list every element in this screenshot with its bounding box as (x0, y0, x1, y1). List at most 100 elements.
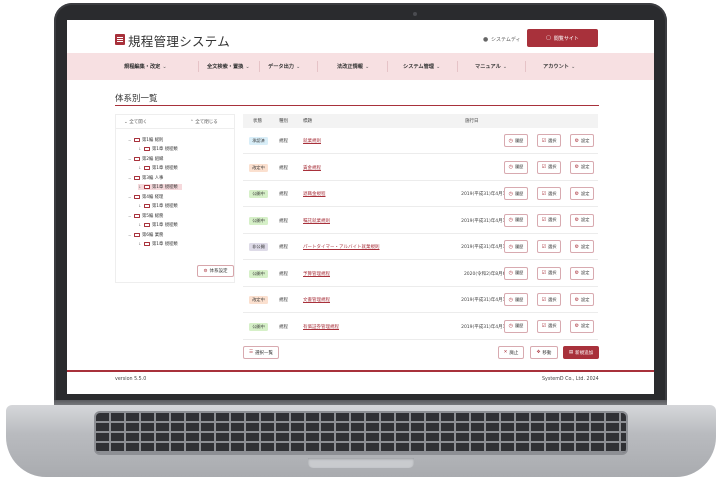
move-button[interactable]: ✥ 移動 (530, 346, 558, 359)
minus-icon: − (128, 232, 132, 238)
status-badge: 公開中 (249, 190, 268, 198)
folder-icon (144, 204, 150, 208)
history-button[interactable]: ◷ 履歴 (504, 319, 528, 333)
tree-node[interactable]: − 第5編 総務 (128, 213, 163, 220)
gear-icon: ⚙ (574, 190, 580, 197)
view-site-button[interactable]: ▢ 閲覧サイト (527, 29, 598, 47)
tree-node[interactable]: └ 第1章 規程類 (138, 165, 178, 172)
select-button[interactable]: ☑ 選択 (537, 266, 561, 280)
screen: 規程管理システム ● システムディ ▢ 閲覧サイト 規程編集・改定 ⌄ 全文検索・… (67, 20, 654, 394)
status-badge: 公開中 (249, 322, 268, 331)
regulation-link[interactable]: 嘱託就業規則 (303, 218, 330, 224)
title-divider (115, 105, 599, 106)
tree-node[interactable]: − 第4編 経理 (128, 194, 163, 201)
select-button[interactable]: ☑ 選択 (537, 134, 561, 147)
clock-icon: ◷ (508, 190, 513, 197)
settings-button[interactable]: ⚙ 設定 (570, 134, 594, 147)
nav-system-admin[interactable]: システム管理 ⌄ (403, 63, 440, 70)
gear-icon: ⚙ (574, 270, 580, 276)
tree-node[interactable]: − 第3編 人事 (128, 175, 163, 182)
table-header: 状態 種別 標題 施行日 (243, 114, 598, 128)
gear-icon: ⚙ (574, 296, 580, 303)
settings-button[interactable]: ⚙ 設定 (570, 319, 594, 333)
minus-icon: − (128, 213, 132, 219)
abolish-button[interactable]: ✕ 廃止 (498, 346, 524, 359)
effective-date: 2019(平成31)年4月1日 (461, 324, 510, 330)
select-button[interactable]: ☑ 選択 (537, 187, 561, 200)
nav-manual[interactable]: マニュアル ⌄ (475, 63, 507, 70)
select-button[interactable]: ☑ 選択 (537, 319, 561, 333)
history-button[interactable]: ◷ 履歴 (504, 213, 528, 227)
nav-edit-revise[interactable]: 規程編集・改定 ⌄ (124, 63, 167, 70)
tree-node[interactable]: − 第2編 組織 (128, 156, 163, 163)
tree-node-selected[interactable]: └ 第1章 規程類 (138, 184, 182, 190)
tree-node[interactable]: − 第6編 業務 (128, 232, 163, 239)
history-button[interactable]: ◷ 履歴 (504, 293, 528, 306)
status-badge: 公開中 (249, 216, 268, 225)
history-button[interactable]: ◷ 履歴 (504, 266, 528, 280)
folder-icon (134, 138, 140, 142)
move-icon: ✥ (536, 350, 541, 355)
type-cell: 規程 (279, 271, 288, 277)
tree-node[interactable]: └ 第1章 規程類 (138, 241, 178, 248)
chevron-down-icon: ⌄ (502, 64, 508, 70)
tree-node[interactable]: − 第1編 総則 (128, 137, 163, 144)
regulation-link[interactable]: 就業規則 (303, 138, 321, 144)
select-button[interactable]: ☑ 選択 (537, 213, 561, 227)
tree-node[interactable]: └ 第1章 規程類 (138, 146, 178, 153)
regulation-link[interactable]: 予算管理規程 (303, 271, 330, 277)
list-icon: ☰ (248, 350, 254, 355)
table-row: 承認済 規程 就業規則 ◷ 履歴 ☑ 選択 ⚙ 設定 (243, 128, 598, 154)
logo-book-icon (115, 34, 125, 45)
nav-fulltext-search[interactable]: 全文検索・置換 ⌄ (207, 63, 250, 70)
folder-icon (134, 233, 140, 237)
regulation-link[interactable]: 文書管理規程 (303, 297, 330, 303)
table-row: 改定中 規程 賃金規程 ◷ 履歴 ☑ 選択 ⚙ 設定 (243, 154, 598, 181)
select-button[interactable]: ☑ 選択 (537, 240, 561, 253)
settings-button[interactable]: ⚙ 設定 (570, 160, 594, 174)
history-button[interactable]: ◷ 履歴 (504, 187, 528, 200)
chevron-down-icon: ⌄ (245, 64, 250, 70)
clock-icon: ◷ (508, 217, 513, 223)
col-status: 状態 (253, 119, 262, 124)
trackpad-notch (308, 458, 414, 468)
folder-icon (144, 223, 150, 227)
gear-icon: ⚙ (574, 243, 580, 250)
tree-node[interactable]: └ 第1章 規程類 (138, 203, 178, 210)
select-list-button[interactable]: ☰ 選択一覧 (243, 346, 279, 359)
settings-button[interactable]: ⚙ 設定 (570, 187, 594, 200)
table-row: 公開中 規程 退職金規程 2019(平成31)年4月1日 ◷ 履歴 ☑ 選択 ⚙ 設定 (243, 181, 598, 207)
hierarchy-settings-button[interactable]: ⚙ 体系設定 (197, 265, 234, 277)
regulation-link[interactable]: パートタイマー・アルバイト就業規則 (303, 244, 379, 250)
nav-account[interactable]: アカウント ⌄ (543, 63, 575, 70)
view-site-label: 閲覧サイト (553, 35, 579, 42)
user-icon: ● (483, 36, 489, 43)
regulation-link[interactable]: 賃金規程 (303, 165, 321, 171)
effective-date: 2019(平成31)年4月1日 (461, 192, 510, 197)
user-name[interactable]: システムディ (491, 36, 521, 43)
nav-data-export[interactable]: データ出力 ⌄ (268, 63, 300, 70)
regulation-link[interactable]: 退職金規程 (303, 191, 326, 197)
select-button[interactable]: ☑ 選択 (537, 293, 561, 306)
expand-all-button[interactable]: ⌄ 全て開く (124, 119, 147, 125)
select-button[interactable]: ☑ 選択 (537, 160, 561, 174)
close-icon: ✕ (503, 350, 508, 355)
checkbox-icon: ☑ (541, 164, 547, 170)
settings-button[interactable]: ⚙ 設定 (570, 266, 594, 280)
folder-icon (134, 195, 140, 199)
tree-node[interactable]: └ 第1章 規程類 (138, 222, 178, 229)
regulation-link[interactable]: 有価証券管理規程 (303, 324, 339, 330)
history-button[interactable]: ◷ 履歴 (504, 160, 528, 174)
folder-icon (134, 176, 140, 180)
footer-divider (67, 370, 654, 372)
history-button[interactable]: ◷ 履歴 (504, 240, 528, 253)
history-button[interactable]: ◷ 履歴 (504, 134, 528, 147)
nav-law-revision[interactable]: 法改正情報 ⌄ (337, 63, 369, 70)
add-new-button[interactable]: ▤ 新規追加 (563, 346, 599, 359)
clock-icon: ◷ (508, 243, 513, 250)
settings-button[interactable]: ⚙ 設定 (570, 293, 594, 306)
settings-button[interactable]: ⚙ 設定 (570, 213, 594, 227)
settings-button[interactable]: ⚙ 設定 (570, 240, 594, 253)
folder-icon (144, 147, 150, 151)
collapse-all-button[interactable]: ⌃ 全て閉じる (190, 119, 218, 125)
